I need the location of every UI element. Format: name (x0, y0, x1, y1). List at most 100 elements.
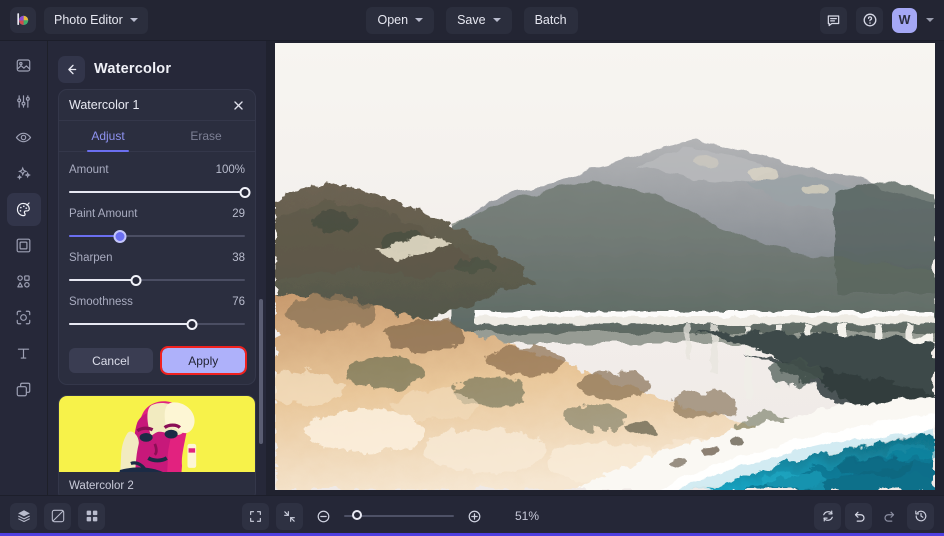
slider-smoothness-thumb[interactable] (187, 319, 198, 330)
slider-amount-thumb[interactable] (240, 187, 251, 198)
fit-screen-icon[interactable] (242, 503, 269, 530)
redo-icon[interactable] (876, 503, 903, 530)
slider-paint-amount: Paint Amount 29 (69, 204, 245, 244)
chevron-down-icon (415, 18, 423, 22)
layers-icon[interactable] (10, 503, 37, 530)
apply-button[interactable]: Apply (162, 348, 246, 373)
arrow-left-icon[interactable] (58, 56, 85, 83)
avatar-initial: W (899, 13, 911, 27)
chevron-down-icon (130, 18, 138, 22)
zoom-level-label: 51% (515, 509, 545, 523)
preset-watercolor-2[interactable]: Watercolor 2 (58, 395, 256, 495)
slider-amount-name: Amount (69, 164, 109, 176)
slider-track-fill (69, 279, 136, 281)
slider-paint-amount-value: 29 (232, 208, 245, 220)
slider-smoothness-value: 76 (232, 296, 245, 308)
slider-amount-labels: Amount 100% (69, 160, 245, 184)
slider-sharpen-track[interactable] (69, 272, 245, 288)
topbar-left-group: Photo Editor (0, 7, 148, 34)
slider-smoothness-labels: Smoothness 76 (69, 292, 245, 316)
zoom-slider[interactable] (344, 509, 454, 523)
effect-actions: Cancel Apply (59, 340, 255, 384)
slider-smoothness-track[interactable] (69, 316, 245, 332)
rail-item-paint[interactable] (7, 193, 41, 226)
slider-track-fill (69, 323, 192, 325)
preset-watercolor-2-label: Watercolor 2 (59, 472, 255, 495)
batch-button[interactable]: Batch (524, 7, 578, 34)
grid-icon[interactable] (78, 503, 105, 530)
compare-icon[interactable] (44, 503, 71, 530)
slider-paint-amount-labels: Paint Amount 29 (69, 204, 245, 228)
effect-card-header: Watercolor 1 (59, 90, 255, 121)
main-body: Watercolor Watercolor 1 (0, 41, 944, 495)
rail-item-retouch[interactable] (7, 121, 41, 154)
rail-item-effects[interactable] (7, 157, 41, 190)
avatar[interactable]: W (892, 8, 917, 33)
history-controls (814, 503, 934, 530)
color-wheel-logo-icon (10, 7, 36, 33)
image-stage[interactable] (266, 41, 944, 495)
batch-button-label: Batch (535, 13, 567, 27)
close-icon[interactable] (232, 99, 245, 112)
tab-erase[interactable]: Erase (157, 121, 255, 151)
slider-amount: Amount 100% (69, 160, 245, 200)
question-circle-icon[interactable] (856, 7, 883, 34)
photo-editor-app: Photo Editor Open Save Batch (0, 0, 944, 536)
slider-sharpen-name: Sharpen (69, 252, 112, 264)
effect-card: Watercolor 1 Adjust Erase (58, 89, 256, 385)
slider-track-fill (69, 235, 120, 237)
app-name-dropdown[interactable]: Photo Editor (44, 7, 148, 34)
canvas-area (266, 41, 944, 495)
tool-rail (0, 41, 48, 495)
slider-smoothness-name: Smoothness (69, 296, 133, 308)
rail-item-shapes[interactable] (7, 265, 41, 298)
slider-sharpen-thumb[interactable] (130, 275, 141, 286)
panel-scrollbar[interactable] (259, 299, 263, 444)
undo-icon[interactable] (845, 503, 872, 530)
actual-size-icon[interactable] (276, 503, 303, 530)
slider-sharpen-value: 38 (232, 252, 245, 264)
rail-item-text[interactable] (7, 337, 41, 370)
tab-erase-label: Erase (190, 129, 221, 143)
tool-panel: Watercolor Watercolor 1 (48, 41, 266, 495)
apply-button-label: Apply (188, 354, 218, 368)
slider-track-fill (69, 191, 245, 193)
save-button[interactable]: Save (446, 7, 512, 34)
panel-header: Watercolor (48, 49, 266, 89)
slider-paint-amount-track[interactable] (69, 228, 245, 244)
zoom-in-icon[interactable] (461, 503, 488, 530)
effect-tabs: Adjust Erase (59, 121, 255, 152)
panel-scroll-region: Watercolor 1 Adjust Erase (48, 89, 266, 495)
cancel-button-label: Cancel (92, 354, 129, 368)
rail-item-adjust[interactable] (7, 85, 41, 118)
preset-thumbnail (59, 396, 255, 472)
slider-group: Amount 100% Paint (59, 152, 255, 340)
slider-paint-amount-thumb[interactable] (114, 230, 127, 243)
rail-item-frames[interactable] (7, 229, 41, 262)
open-button[interactable]: Open (366, 7, 434, 34)
rail-item-layers[interactable] (7, 373, 41, 406)
tab-adjust-label: Adjust (91, 129, 124, 143)
slider-sharpen: Sharpen 38 (69, 248, 245, 288)
history-icon[interactable] (907, 503, 934, 530)
chevron-down-icon (493, 18, 501, 22)
rail-item-cutout[interactable] (7, 301, 41, 334)
top-toolbar: Photo Editor Open Save Batch (0, 0, 944, 41)
effect-card-title: Watercolor 1 (69, 98, 139, 112)
message-icon[interactable] (820, 7, 847, 34)
zoom-out-icon[interactable] (310, 503, 337, 530)
tab-adjust[interactable]: Adjust (59, 121, 157, 151)
slider-amount-value: 100% (216, 164, 245, 176)
zoom-slider-thumb[interactable] (352, 510, 362, 520)
slider-amount-track[interactable] (69, 184, 245, 200)
slider-smoothness: Smoothness 76 (69, 292, 245, 332)
app-name-label: Photo Editor (54, 13, 123, 27)
save-button-label: Save (457, 13, 486, 27)
reset-icon[interactable] (814, 503, 841, 530)
rail-item-image[interactable] (7, 49, 41, 82)
cancel-button[interactable]: Cancel (69, 348, 153, 373)
chevron-down-icon[interactable] (926, 18, 934, 22)
page-title: Watercolor (94, 61, 171, 77)
open-button-label: Open (377, 13, 408, 27)
edited-photo[interactable] (275, 43, 935, 490)
